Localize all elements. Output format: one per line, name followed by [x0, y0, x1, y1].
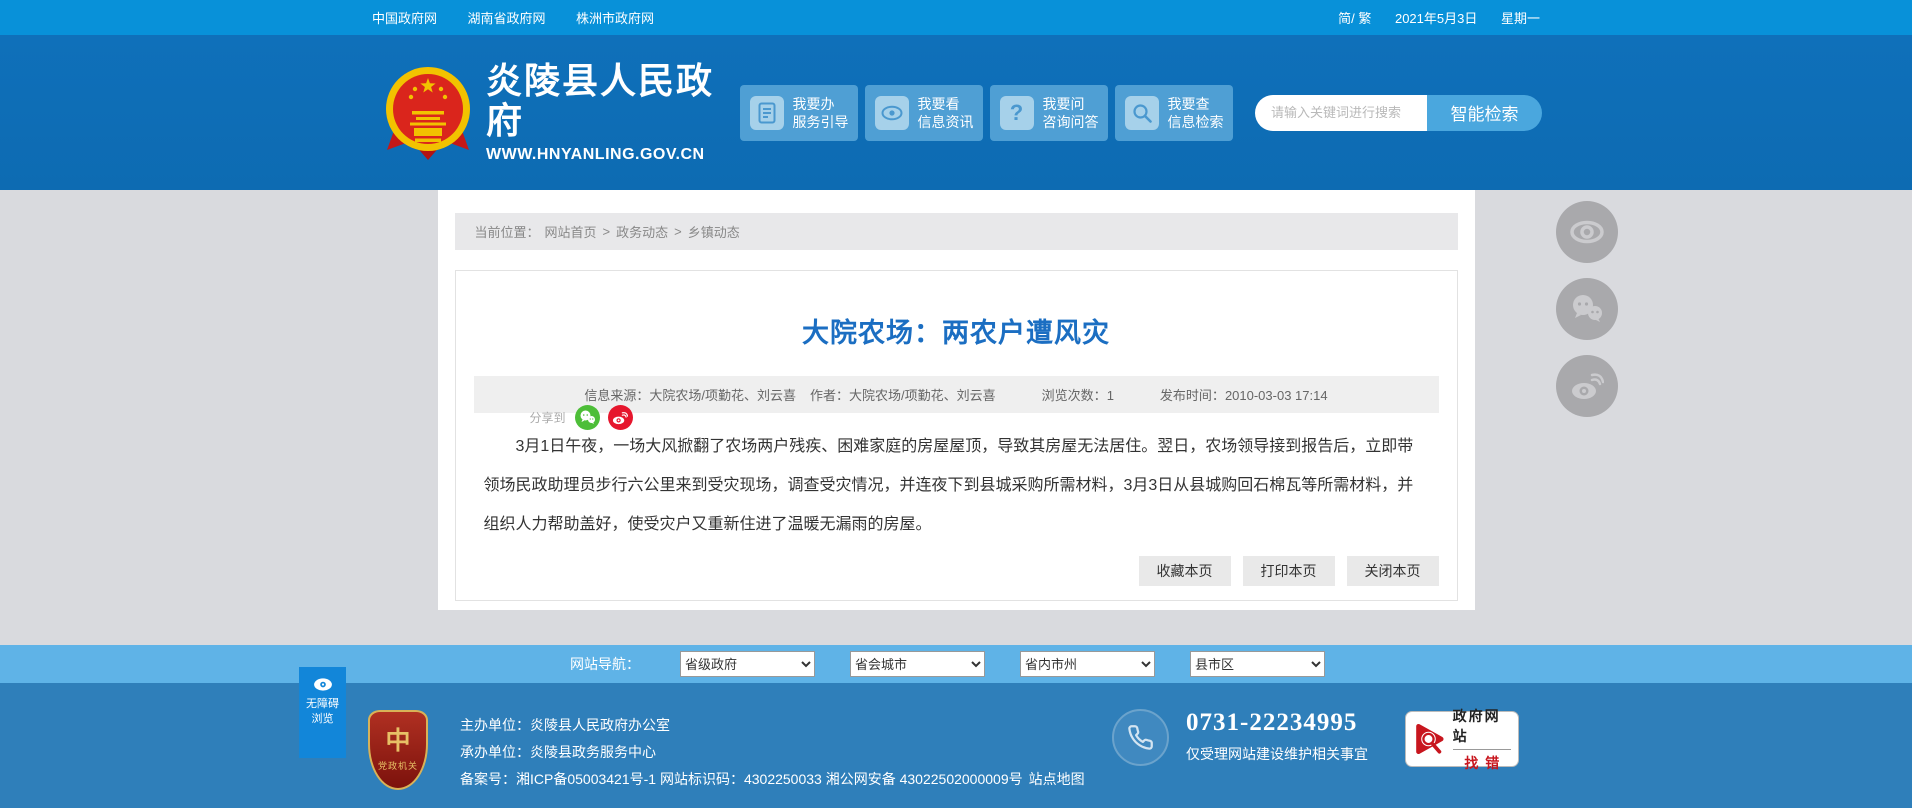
- site-search: 智能检索: [1255, 94, 1542, 131]
- footer-info: 主办单位：炎陵县人民政府办公室 承办单位：炎陵县政务服务中心 备案号：湘ICP备…: [460, 712, 1085, 793]
- quick-button-subtitle: 咨询问答: [1042, 113, 1099, 130]
- bookmark-page-button[interactable]: 收藏本页: [1138, 556, 1231, 586]
- nav-select-provincial-gov[interactable]: 省级政府: [680, 651, 815, 677]
- breadcrumb-home[interactable]: 网站首页: [545, 222, 597, 241]
- accessibility-label: 浏览: [311, 713, 334, 725]
- phone-icon: [1112, 709, 1169, 766]
- breadcrumb-gov-news[interactable]: 政务动态: [616, 222, 668, 241]
- breadcrumb-label: 当前位置：: [474, 225, 540, 240]
- contact-phone-block: 0731-22234995 仅受理网站建设维护相关事宜: [1112, 709, 1368, 766]
- content-panel: 当前位置： 网站首页 > 政务动态 > 乡镇动态 大院农场：两农户遭风灾 信息来…: [437, 190, 1475, 610]
- current-date: 2021年5月3日: [1394, 11, 1478, 26]
- link-china-gov[interactable]: 中国政府网: [372, 11, 437, 26]
- weibo-share-icon[interactable]: [607, 405, 633, 430]
- quick-button-subtitle: 服务引导: [792, 113, 849, 130]
- undertaker-line: 承办单位：炎陵县政务服务中心: [460, 744, 656, 760]
- breadcrumb: 当前位置： 网站首页 > 政务动态 > 乡镇动态: [454, 213, 1458, 250]
- accessibility-label: 无障碍: [306, 698, 339, 710]
- article-actions: 收藏本页 打印本页 关闭本页: [1127, 556, 1439, 586]
- site-logo[interactable]: 炎陵县人民政府 WWW.HNYANLING.GOV.CN: [372, 61, 740, 163]
- quick-button-subtitle: 信息检索: [1167, 113, 1224, 130]
- quick-button-title: 我要查: [1167, 95, 1210, 112]
- breadcrumb-separator: >: [602, 224, 611, 239]
- error-report-logo-icon: [1416, 723, 1444, 755]
- quick-button-information[interactable]: 我要看 信息资讯: [865, 84, 983, 141]
- article-card: 大院农场：两农户遭风灾 信息来源：大院农场/项勤花、刘云喜 作者：大院农场/项勤…: [454, 270, 1458, 601]
- phone-text: 0731-22234995 仅受理网站建设维护相关事宜: [1186, 709, 1368, 764]
- smart-search-button[interactable]: 智能检索: [1427, 94, 1542, 131]
- site-header: 炎陵县人民政府 WWW.HNYANLING.GOV.CN 我要办 服务引导 我要看…: [0, 35, 1912, 190]
- site-title-block: 炎陵县人民政府 WWW.HNYANLING.GOV.CN: [486, 61, 740, 163]
- quick-button-title: 我要看: [917, 95, 960, 112]
- breadcrumb-township-news[interactable]: 乡镇动态: [688, 222, 740, 241]
- question-icon: ?: [999, 95, 1034, 130]
- nav-select-counties[interactable]: 县市区: [1190, 651, 1325, 677]
- site-map-link[interactable]: 站点地图: [1029, 771, 1085, 787]
- national-emblem-icon: [386, 66, 470, 160]
- floating-side-tools: [1556, 201, 1618, 432]
- site-footer: 无障碍浏览 中 党政机关 主办单位：炎陵县人民政府办公室 承办单位：炎陵县政务服…: [0, 667, 1912, 808]
- article-body: 3月1日午夜，一场大风掀翻了农场两户残疾、困难家庭的房屋屋顶，导致其房屋无法居住…: [483, 438, 1414, 533]
- organizer-line: 主办单位：炎陵县人民政府办公室: [460, 717, 670, 733]
- article-body-wrap: 分享到 3月1日午夜，一场大风掀翻了农场两户残疾、困难家庭的房屋屋顶，导致其房屋…: [456, 405, 1457, 544]
- quick-service-buttons: 我要办 服务引导 我要看 信息资讯 ? 我要问 咨询问答 我要查 信息检索: [740, 84, 1240, 141]
- share-bar: 分享到: [530, 405, 641, 430]
- document-icon: [749, 95, 784, 130]
- accessibility-eye-icon[interactable]: [1556, 201, 1618, 263]
- meta-views: 浏览次数：1: [1041, 388, 1114, 403]
- breadcrumb-separator: >: [674, 224, 682, 239]
- nav-select-province-cities[interactable]: 省内市州: [1020, 651, 1155, 677]
- simplified-traditional-toggle[interactable]: 简/ 繁: [1338, 11, 1371, 26]
- topbar-right: 简/ 繁 2021年5月3日 星期一: [1318, 8, 1540, 27]
- quick-button-title: 我要办: [792, 95, 835, 112]
- print-page-button[interactable]: 打印本页: [1242, 556, 1335, 586]
- site-name: 炎陵县人民政府: [486, 60, 715, 141]
- quick-button-retrieve[interactable]: 我要查 信息检索: [1115, 84, 1233, 141]
- search-input[interactable]: [1255, 94, 1427, 131]
- quick-button-subtitle: 信息资讯: [917, 113, 974, 130]
- agency-badge-label: 党政机关: [377, 761, 418, 771]
- site-nav-bar: 网站导航： 省级政府 省会城市 省内市州 县市区: [0, 645, 1912, 683]
- quick-button-consult[interactable]: ? 我要问 咨询问答: [990, 84, 1108, 141]
- meta-source: 信息来源：大院农场/项勤花、刘云喜: [584, 388, 797, 403]
- close-page-button[interactable]: 关闭本页: [1346, 556, 1439, 586]
- accessibility-browse-button[interactable]: 无障碍 浏览: [299, 667, 346, 758]
- site-nav-label: 网站导航：: [570, 656, 640, 672]
- error-badge-subtitle: 找错: [1464, 754, 1507, 771]
- gov-links: 中国政府网 湖南省政府网 株洲市政府网: [372, 8, 680, 28]
- link-hunan-gov[interactable]: 湖南省政府网: [467, 11, 545, 26]
- error-badge-title: 政府网站: [1452, 706, 1511, 750]
- weibo-icon[interactable]: [1556, 355, 1618, 417]
- eye-icon: [313, 678, 332, 691]
- eye-icon: [874, 95, 909, 130]
- error-badge-text: 政府网站 找错: [1452, 706, 1511, 773]
- phone-note: 仅受理网站建设维护相关事宜: [1186, 746, 1368, 762]
- search-icon: [1124, 95, 1159, 130]
- quick-button-service-guide[interactable]: 我要办 服务引导: [740, 84, 858, 141]
- phone-number: 0731-22234995: [1186, 709, 1358, 736]
- article-title: 大院农场：两农户遭风灾: [802, 318, 1110, 348]
- site-url: WWW.HNYANLING.GOV.CN: [486, 145, 705, 163]
- top-utility-bar: 中国政府网 湖南省政府网 株洲市政府网 简/ 繁 2021年5月3日 星期一: [0, 0, 1912, 35]
- link-zhuzhou-gov[interactable]: 株洲市政府网: [576, 11, 654, 26]
- party-gov-agency-badge[interactable]: 中 党政机关: [368, 710, 428, 790]
- filing-line: 备案号：湘ICP备05003421号-1 网站标识码：4302250033 湘公…: [460, 771, 1085, 787]
- main-area: 当前位置： 网站首页 > 政务动态 > 乡镇动态 大院农场：两农户遭风灾 信息来…: [0, 190, 1912, 645]
- meta-author: 作者：大院农场/项勤花、刘云喜: [810, 388, 996, 403]
- current-weekday: 星期一: [1500, 11, 1540, 26]
- share-label: 分享到: [529, 411, 566, 425]
- wechat-icon[interactable]: [1556, 278, 1618, 340]
- nav-select-capital-cities[interactable]: 省会城市: [850, 651, 985, 677]
- gov-site-error-report-badge[interactable]: 政府网站 找错: [1405, 710, 1519, 771]
- quick-button-title: 我要问: [1042, 95, 1085, 112]
- agency-badge-emblem-icon: 中: [385, 728, 411, 755]
- wechat-share-icon[interactable]: [574, 405, 600, 430]
- meta-publish-time: 发布时间：2010-03-03 17:14: [1159, 388, 1328, 403]
